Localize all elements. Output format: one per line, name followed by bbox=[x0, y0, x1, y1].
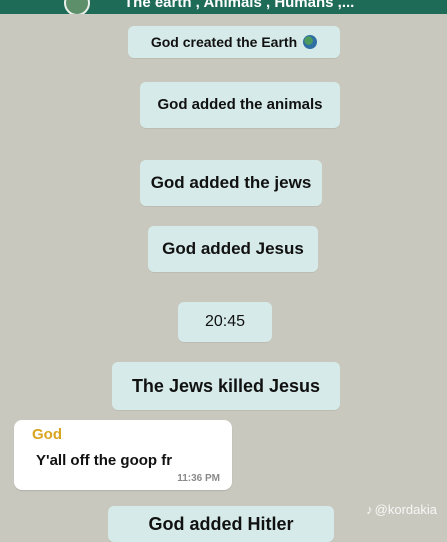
watermark-handle: @kordakia bbox=[374, 502, 437, 517]
date-time-divider: 20:45 bbox=[178, 302, 272, 342]
system-message: God added Hitler bbox=[108, 506, 334, 542]
system-message-text: God added the jews bbox=[150, 173, 312, 192]
system-message: God added the animals bbox=[140, 82, 340, 128]
system-message: God added Jesus bbox=[148, 226, 318, 272]
group-avatar[interactable] bbox=[64, 0, 90, 14]
system-message-text: God added the animals bbox=[157, 96, 323, 113]
system-message: The Jews killed Jesus bbox=[112, 362, 340, 410]
message-text: Y'all off the goop fr bbox=[36, 452, 173, 469]
message-list[interactable]: God created the Earth God added the anim… bbox=[0, 14, 447, 542]
system-message-text: The Jews killed Jesus bbox=[131, 376, 321, 396]
tiktok-logo-icon: ♪ bbox=[366, 502, 373, 517]
incoming-message[interactable]: God Y'all off the goop fr 11:36 PM bbox=[14, 420, 232, 490]
system-message-text: God added Hitler bbox=[148, 514, 294, 534]
divider-time: 20:45 bbox=[204, 313, 246, 330]
system-message: God created the Earth bbox=[128, 26, 340, 58]
tiktok-watermark: ♪ @kordakia bbox=[366, 502, 437, 517]
system-message-text: God added Jesus bbox=[162, 239, 304, 258]
chat-header[interactable]: The earth , Animals , Humans ,... bbox=[0, 0, 447, 14]
sender-name[interactable]: God bbox=[32, 426, 62, 443]
group-members-subtitle: The earth , Animals , Humans ,... bbox=[124, 0, 355, 11]
globe-icon bbox=[303, 35, 318, 49]
message-time: 11:36 PM bbox=[177, 473, 220, 484]
system-message: God added the jews bbox=[140, 160, 322, 206]
system-message-text: God created the Earth bbox=[150, 34, 298, 50]
